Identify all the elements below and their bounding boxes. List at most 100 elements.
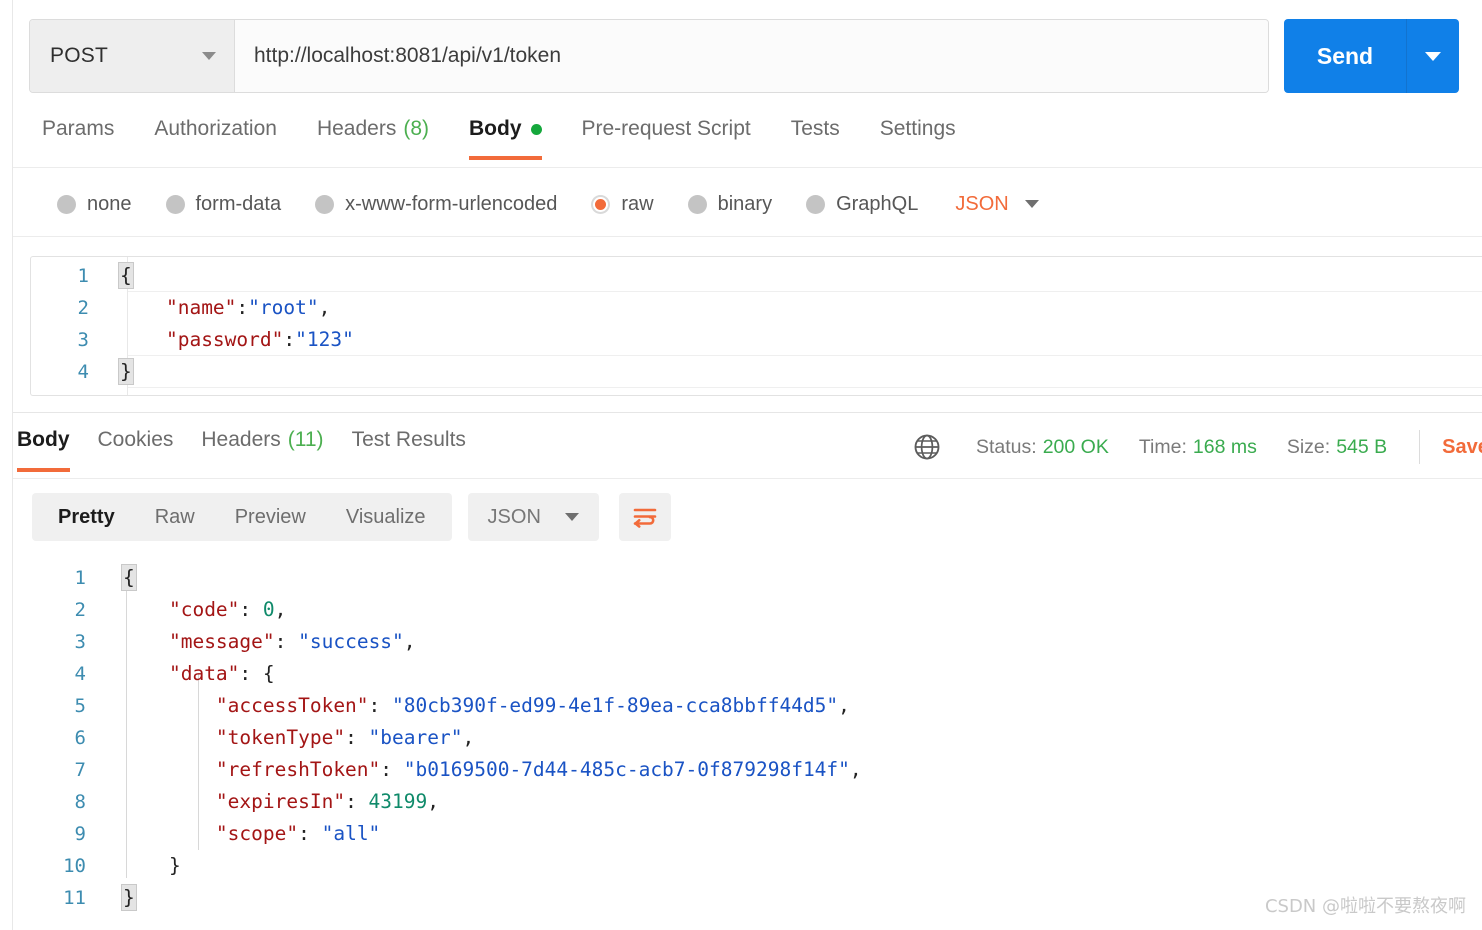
send-options-button[interactable]	[1407, 19, 1459, 93]
status-label: Status:	[976, 436, 1037, 458]
view-mode-pretty[interactable]: Pretty	[38, 506, 135, 529]
raw-format-selector[interactable]: JSON	[955, 193, 1038, 216]
code-line: 4}	[31, 356, 1482, 388]
code-token: :	[283, 328, 295, 351]
request-tab-authorization[interactable]: Authorization	[154, 113, 277, 160]
line-number: 7	[30, 754, 108, 786]
code-token: "code"	[169, 598, 239, 621]
http-method-selector[interactable]: POST	[30, 20, 235, 92]
tab-label: Settings	[880, 117, 956, 141]
line-number: 2	[31, 292, 109, 324]
save-response-button[interactable]: Save	[1442, 436, 1482, 459]
code-token: :	[345, 790, 368, 813]
request-body-code[interactable]: 1{2 "name":"root",3 "password":"123"4}	[31, 257, 1482, 388]
status-value: 200 OK	[1043, 436, 1109, 458]
code-token	[119, 296, 166, 319]
code-token	[122, 630, 169, 653]
view-mode-raw[interactable]: Raw	[135, 506, 215, 529]
response-tabs-divider	[13, 478, 1482, 479]
body-type-label: x-www-form-urlencoded	[345, 193, 557, 216]
code-token	[122, 662, 169, 685]
radio-icon[interactable]	[166, 195, 185, 214]
watermark: CSDN @啦啦不要熬夜啊	[1265, 892, 1466, 918]
line-number: 3	[31, 324, 109, 356]
response-tab-body[interactable]: Body	[17, 424, 70, 472]
response-tab-cookies[interactable]: Cookies	[98, 424, 174, 472]
body-type-binary[interactable]: binary	[688, 193, 772, 216]
body-type-raw[interactable]: raw	[591, 193, 653, 216]
code-token: :	[239, 598, 262, 621]
code-token: :	[275, 630, 298, 653]
request-tab-body[interactable]: Body	[469, 113, 542, 160]
size-indicator: Size:545 B	[1287, 436, 1387, 459]
body-type-label: GraphQL	[836, 193, 918, 216]
code-token: "all"	[322, 822, 381, 845]
radio-icon[interactable]	[591, 195, 610, 214]
radio-icon[interactable]	[806, 195, 825, 214]
body-type-divider	[13, 236, 1482, 237]
response-tab-headers[interactable]: Headers(11)	[201, 424, 323, 472]
tab-label: Headers	[201, 428, 280, 452]
body-present-dot-icon	[531, 124, 542, 135]
code-token	[122, 758, 216, 781]
code-token: ,	[462, 726, 474, 749]
code-token	[122, 854, 169, 877]
code-token	[119, 328, 166, 351]
code-token: ,	[404, 630, 416, 653]
code-token: "data"	[169, 662, 239, 685]
line-number: 4	[31, 356, 109, 388]
code-line: 6 "tokenType": "bearer",	[30, 722, 1482, 754]
chevron-down-icon	[202, 52, 216, 60]
view-mode-preview[interactable]: Preview	[215, 506, 326, 529]
request-url-input[interactable]: http://localhost:8081/api/v1/token	[235, 20, 1268, 92]
request-tab-headers[interactable]: Headers(8)	[317, 113, 429, 160]
body-type-x-www-form-urlencoded[interactable]: x-www-form-urlencoded	[315, 193, 557, 216]
tab-label: Authorization	[154, 117, 277, 141]
request-tab-params[interactable]: Params	[42, 113, 114, 160]
response-tab-test-results[interactable]: Test Results	[352, 424, 466, 472]
body-type-label: raw	[621, 193, 653, 216]
line-number: 2	[30, 594, 108, 626]
tab-label: Cookies	[98, 428, 174, 452]
body-type-label: binary	[718, 193, 772, 216]
raw-format-label: JSON	[955, 193, 1008, 216]
tab-label: Test Results	[352, 428, 466, 452]
request-tab-pre-request-script[interactable]: Pre-request Script	[582, 113, 751, 160]
response-format-selector[interactable]: JSON	[468, 493, 599, 541]
code-content: {	[108, 562, 136, 594]
code-content: "tokenType": "bearer",	[108, 722, 474, 754]
response-tabs: Body Cookies Headers(11) Test Results	[13, 424, 494, 478]
code-token: 43199	[369, 790, 428, 813]
code-token: :	[239, 662, 262, 685]
request-tab-settings[interactable]: Settings	[880, 113, 956, 160]
code-token: ,	[275, 598, 287, 621]
request-body-editor[interactable]: 1{2 "name":"root",3 "password":"123"4}	[30, 256, 1482, 396]
wrap-lines-button[interactable]	[619, 493, 671, 541]
radio-icon[interactable]	[688, 195, 707, 214]
code-token	[122, 822, 216, 845]
code-token: :	[345, 726, 368, 749]
code-content: }	[109, 356, 133, 388]
line-number: 11	[30, 882, 108, 914]
tab-count-badge: (8)	[403, 117, 429, 141]
send-button[interactable]: Send	[1284, 19, 1407, 93]
code-content: }	[108, 850, 181, 882]
radio-icon[interactable]	[315, 195, 334, 214]
code-token: ,	[850, 758, 862, 781]
body-type-form-data[interactable]: form-data	[166, 193, 282, 216]
code-token: "root"	[248, 296, 318, 319]
line-number: 4	[30, 658, 108, 690]
code-token: :	[236, 296, 248, 319]
body-type-graphql[interactable]: GraphQL	[806, 193, 918, 216]
view-mode-visualize[interactable]: Visualize	[326, 506, 446, 529]
time-label: Time:	[1139, 436, 1187, 458]
response-meta-bar: Status:200 OK Time:168 ms Size:545 B Sav…	[912, 430, 1482, 464]
response-body-code[interactable]: 1{2 "code": 0,3 "message": "success",4 "…	[30, 562, 1482, 914]
line-number: 6	[30, 722, 108, 754]
request-tab-tests[interactable]: Tests	[791, 113, 840, 160]
active-tab-underline	[17, 468, 70, 472]
code-content: "refreshToken": "b0169500-7d44-485c-acb7…	[108, 754, 862, 786]
radio-icon[interactable]	[57, 195, 76, 214]
body-type-none[interactable]: none	[57, 193, 132, 216]
globe-icon	[912, 432, 942, 462]
